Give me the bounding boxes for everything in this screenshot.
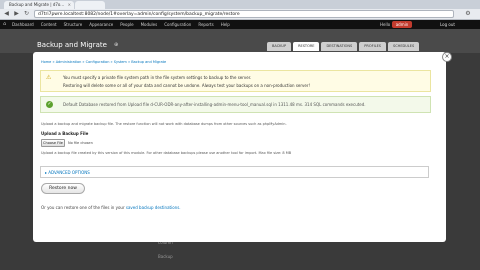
admin-menu-structure[interactable]: Structure	[64, 21, 83, 28]
tab-restore[interactable]: RESTORE	[293, 42, 320, 51]
primary-tabs: BACKUP RESTORE DESTINATIONS PROFILES SCH…	[267, 42, 420, 51]
upload-label: Upload a Backup File	[41, 131, 89, 136]
reload-icon[interactable]: ↻	[22, 10, 31, 18]
restore-now-button[interactable]: Restore now	[41, 183, 85, 194]
choose-file-button[interactable]: Choose File	[41, 139, 65, 147]
logout-link[interactable]: Log out	[440, 21, 455, 28]
browser-tab[interactable]: Backup and Migrate | d7o... ×	[4, 1, 74, 9]
under-text: Backup	[158, 254, 173, 259]
admin-menu-appearance[interactable]: Appearance	[89, 21, 113, 28]
warning-messages: ⚠ You must specify a private file system…	[40, 70, 431, 92]
back-icon[interactable]: ◀	[2, 10, 11, 18]
status-line: Default Database restored from Upload fi…	[63, 102, 366, 107]
saved-destinations-link[interactable]: saved backup destinations.	[126, 205, 181, 210]
close-tab-icon[interactable]: ×	[68, 2, 71, 7]
advanced-options-fieldset[interactable]: ▸ ADVANCED OPTIONS	[40, 166, 429, 178]
file-upload-field: Choose File No file chosen	[41, 139, 121, 147]
admin-menu-dashboard[interactable]: Dashboard	[12, 21, 34, 28]
browser-tab-new[interactable]	[75, 1, 105, 9]
upload-help: Upload a backup file created by this ver…	[41, 151, 292, 155]
admin-menu-people[interactable]: People	[120, 21, 133, 28]
admin-menu-configuration[interactable]: Configuration	[164, 21, 191, 28]
warning-icon: ⚠	[46, 74, 52, 81]
tab-schedules[interactable]: SCHEDULES	[388, 42, 420, 51]
browser-toolbar: ◀ ▶ ↻ d7tri7pwre.localtest:8082/node/1#o…	[0, 9, 480, 20]
admin-menu-modules[interactable]: Modules	[141, 21, 158, 28]
admin-menu: Dashboard Content Structure Appearance P…	[12, 21, 230, 28]
hello-text: Hello	[380, 22, 391, 27]
address-bar[interactable]: d7tri7pwre.localtest:8082/node/1#overlay…	[34, 10, 454, 18]
tab-destinations[interactable]: DESTINATIONS	[321, 42, 358, 51]
browser-tab-label: Backup and Migrate | d7o...	[9, 2, 65, 7]
screen: Backup and Migrate | d7o... × ◀ ▶ ↻ d7tr…	[0, 0, 480, 270]
admin-menu-content[interactable]: Content	[41, 21, 57, 28]
restore-note: Or you can restore one of the files in y…	[41, 205, 181, 210]
home-icon[interactable]: ⌂	[3, 21, 6, 27]
status-message: ✓ Default Database restored from Upload …	[40, 96, 431, 113]
page-title: Backup and Migrate	[37, 41, 107, 49]
browser-tabstrip: Backup and Migrate | d7o... ×	[0, 0, 480, 9]
forward-icon[interactable]: ▶	[12, 10, 21, 18]
restore-note-text: Or you can restore one of the files in y…	[41, 205, 125, 210]
admin-toolbar: ⌂ Dashboard Content Structure Appearance…	[0, 20, 480, 29]
file-name-text: No file chosen	[68, 141, 93, 145]
admin-menu-reports[interactable]: Reports	[198, 21, 213, 28]
close-overlay-icon[interactable]: ×	[442, 52, 452, 62]
check-icon: ✓	[46, 101, 53, 108]
advanced-options-toggle[interactable]: ▸ ADVANCED OPTIONS	[45, 170, 90, 175]
add-shortcut-icon[interactable]: ⊕	[114, 42, 118, 48]
warning-line: Restoring will delete some or all of you…	[63, 83, 311, 88]
tab-profiles[interactable]: PROFILES	[359, 42, 387, 51]
warning-line: You must specify a private file system p…	[63, 75, 252, 80]
breadcrumb[interactable]: Home » Administration » Configuration » …	[41, 60, 166, 64]
upload-description: Upload a backup and migrate backup file.…	[41, 122, 287, 126]
tab-backup[interactable]: BACKUP	[267, 42, 292, 51]
user-account-button[interactable]: admin	[392, 21, 412, 28]
admin-menu-help[interactable]: Help	[221, 21, 230, 28]
wrench-icon[interactable]: ⚙	[463, 10, 473, 18]
